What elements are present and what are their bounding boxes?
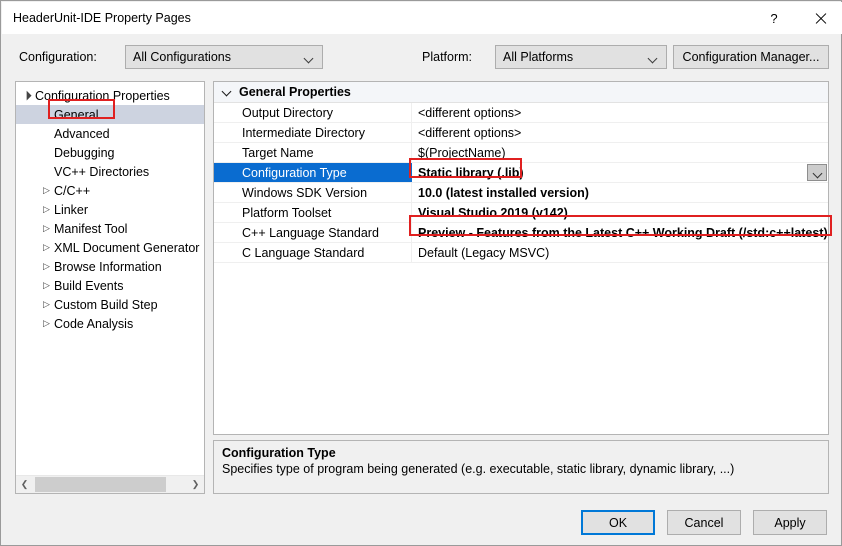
sidebar-item-label: Advanced bbox=[54, 126, 110, 141]
property-name: Platform Toolset bbox=[214, 203, 412, 222]
sidebar-item-build-events[interactable]: ▷ Build Events bbox=[16, 276, 204, 295]
property-value-dropdown-button[interactable] bbox=[807, 164, 827, 181]
triangle-right-icon: ▷ bbox=[43, 223, 50, 233]
property-value[interactable]: 10.0 (latest installed version) bbox=[413, 183, 828, 202]
sidebar-item-label: Manifest Tool bbox=[54, 221, 128, 236]
triangle-right-icon: ▷ bbox=[43, 185, 50, 195]
triangle-right-icon: ▷ bbox=[43, 280, 50, 290]
sidebar-item-advanced[interactable]: Advanced bbox=[16, 124, 204, 143]
property-value[interactable]: Visual Studio 2019 (v142) bbox=[413, 203, 828, 222]
ok-button[interactable]: OK bbox=[581, 510, 655, 535]
sidebar-item-label: VC++ Directories bbox=[54, 164, 150, 179]
sidebar-item-label: XML Document Generator bbox=[54, 240, 200, 255]
property-name: Configuration Type bbox=[214, 163, 412, 182]
category-title: General Properties bbox=[239, 85, 351, 99]
configuration-label: Configuration: bbox=[19, 50, 97, 64]
sidebar-item-custom-build-step[interactable]: ▷ Custom Build Step bbox=[16, 295, 204, 314]
property-name: C++ Language Standard bbox=[214, 223, 412, 242]
triangle-right-icon: ▷ bbox=[43, 318, 50, 328]
sidebar-item-browse-information[interactable]: ▷ Browse Information bbox=[16, 257, 204, 276]
sidebar-item-xml-document-generator[interactable]: ▷ XML Document Generator bbox=[16, 238, 204, 257]
triangle-right-icon: ▷ bbox=[43, 261, 50, 271]
scrollbar-thumb[interactable] bbox=[35, 477, 166, 492]
description-panel: Configuration Type Specifies type of pro… bbox=[213, 440, 829, 494]
property-name: Output Directory bbox=[214, 103, 412, 122]
triangle-right-icon: ▷ bbox=[43, 242, 50, 252]
configuration-bar: Configuration: All Configurations Platfo… bbox=[1, 45, 842, 71]
sidebar-item-linker[interactable]: ▷ Linker bbox=[16, 200, 204, 219]
property-row[interactable]: Platform Toolset Visual Studio 2019 (v142… bbox=[214, 203, 828, 223]
chevron-down-icon bbox=[649, 55, 658, 60]
configuration-dropdown[interactable]: All Configurations bbox=[125, 45, 323, 69]
platform-label: Platform: bbox=[422, 50, 473, 64]
window-title: HeaderUnit-IDE Property Pages bbox=[13, 11, 191, 25]
sidebar-item-c-c[interactable]: ▷ C/C++ bbox=[16, 181, 204, 200]
description-title: Configuration Type bbox=[222, 446, 336, 460]
platform-dropdown[interactable]: All Platforms bbox=[495, 45, 667, 69]
sidebar-item-label: General bbox=[54, 107, 99, 122]
property-value[interactable]: Preview - Features from the Latest C++ W… bbox=[413, 223, 828, 242]
platform-value: All Platforms bbox=[503, 50, 574, 64]
property-rows: Output Directory <different options> Inter… bbox=[214, 103, 828, 263]
property-row[interactable]: Configuration Type Static library (.lib) bbox=[214, 163, 828, 183]
property-value[interactable]: $(ProjectName) bbox=[413, 143, 828, 162]
sidebar-item-code-analysis[interactable]: ▷ Code Analysis bbox=[16, 314, 204, 333]
configuration-manager-button[interactable]: Configuration Manager... bbox=[673, 45, 829, 69]
apply-button[interactable]: Apply bbox=[753, 510, 827, 535]
properties-grid: General Properties Output Directory <diff… bbox=[213, 81, 829, 435]
configuration-value: All Configurations bbox=[133, 50, 231, 64]
property-value[interactable]: <different options> bbox=[413, 103, 828, 122]
property-name: Intermediate Directory bbox=[214, 123, 412, 142]
property-row[interactable]: Intermediate Directory <different options… bbox=[214, 123, 828, 143]
description-body: Specifies type of program being generate… bbox=[222, 462, 735, 476]
sidebar-item-label: Build Events bbox=[54, 278, 124, 293]
tree-horizontal-scrollbar[interactable]: ❮ ❯ bbox=[16, 475, 204, 493]
sidebar-item-manifest-tool[interactable]: ▷ Manifest Tool bbox=[16, 219, 204, 238]
sidebar-item-debugging[interactable]: Debugging bbox=[16, 143, 204, 162]
cancel-button[interactable]: Cancel bbox=[667, 510, 741, 535]
property-row[interactable]: C Language Standard Default (Legacy MSVC) bbox=[214, 243, 828, 263]
sidebar-item-label: C/C++ bbox=[54, 183, 91, 198]
sidebar-item-label: Linker bbox=[54, 202, 89, 217]
sidebar-item-label: Code Analysis bbox=[54, 316, 134, 331]
property-value[interactable]: Default (Legacy MSVC) bbox=[413, 243, 828, 262]
property-name: Target Name bbox=[214, 143, 412, 162]
close-button[interactable] bbox=[798, 3, 842, 34]
property-row[interactable]: Target Name $(ProjectName) bbox=[214, 143, 828, 163]
scroll-left-icon[interactable]: ❮ bbox=[16, 476, 33, 493]
sidebar-item-configuration-properties[interactable]: ◢ Configuration Properties bbox=[16, 86, 204, 105]
chevron-down-icon bbox=[305, 55, 314, 60]
property-row[interactable]: C++ Language Standard Preview - Features … bbox=[214, 223, 828, 243]
chevron-down-icon bbox=[222, 88, 231, 97]
sidebar-item-label: Debugging bbox=[54, 145, 115, 160]
property-row[interactable]: Output Directory <different options> bbox=[214, 103, 828, 123]
category-header-general-properties[interactable]: General Properties bbox=[214, 82, 828, 103]
property-value[interactable]: <different options> bbox=[413, 123, 828, 142]
property-row[interactable]: Windows SDK Version 10.0 (latest installe… bbox=[214, 183, 828, 203]
sidebar-item-label: Configuration Properties bbox=[35, 88, 170, 103]
sidebar-item-vc-directories[interactable]: VC++ Directories bbox=[16, 162, 204, 181]
property-name: Windows SDK Version bbox=[214, 183, 412, 202]
close-icon bbox=[814, 12, 827, 25]
property-pages-dialog: HeaderUnit-IDE Property Pages ? Configur… bbox=[0, 0, 842, 546]
property-name: C Language Standard bbox=[214, 243, 412, 262]
help-icon[interactable]: ? bbox=[752, 3, 796, 34]
triangle-right-icon: ▷ bbox=[43, 299, 50, 309]
sidebar-item-label: Browse Information bbox=[54, 259, 162, 274]
tree-list: ◢ Configuration Properties General Advanced… bbox=[16, 86, 204, 333]
title-bar: HeaderUnit-IDE Property Pages ? bbox=[2, 2, 842, 34]
configuration-properties-tree[interactable]: ◢ Configuration Properties General Advanced… bbox=[15, 81, 205, 494]
triangle-right-icon: ▷ bbox=[43, 204, 50, 214]
property-value[interactable]: Static library (.lib) bbox=[413, 163, 828, 182]
sidebar-item-label: Custom Build Step bbox=[54, 297, 158, 312]
scroll-right-icon[interactable]: ❯ bbox=[187, 476, 204, 493]
sidebar-item-general[interactable]: General bbox=[16, 105, 204, 124]
